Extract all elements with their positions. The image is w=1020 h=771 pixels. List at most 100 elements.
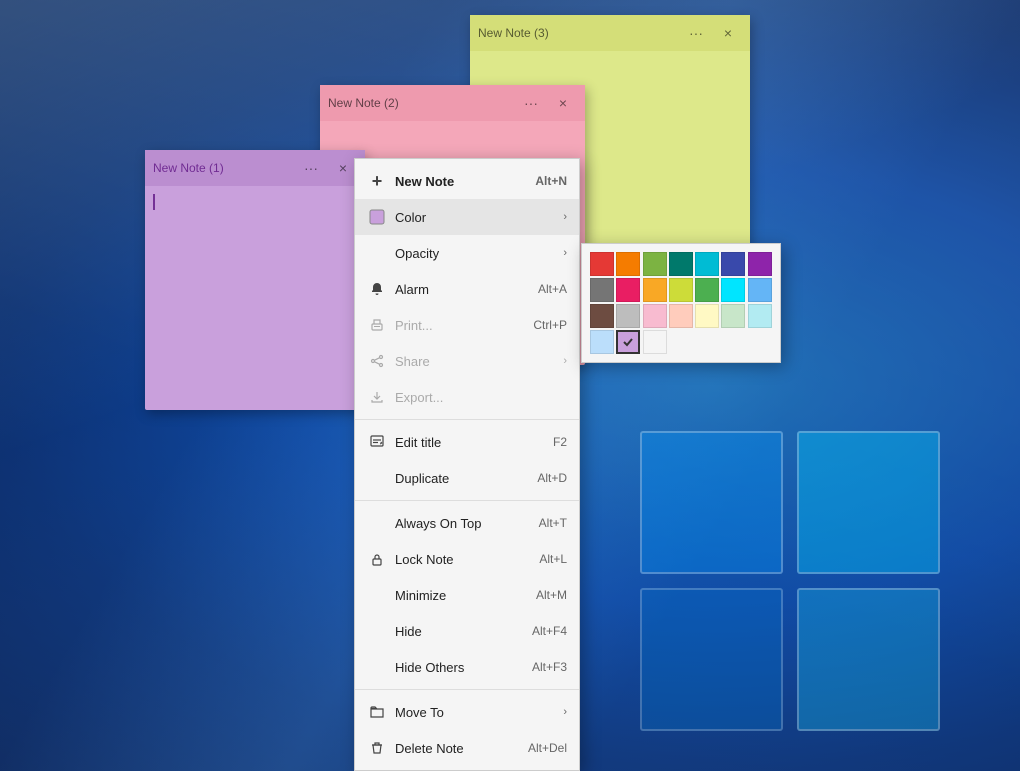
dots-icon: ···: [304, 160, 318, 176]
color-swatch-orange[interactable]: [616, 252, 640, 276]
hide-label: Hide: [395, 624, 524, 639]
export-icon: [367, 387, 387, 407]
separator-3: [355, 689, 579, 690]
menu-item-minimize[interactable]: Minimize Alt+M: [355, 577, 579, 613]
minimize-shortcut: Alt+M: [536, 588, 567, 602]
trash-icon: [367, 738, 387, 758]
alarm-shortcut: Alt+A: [538, 282, 567, 296]
menu-item-duplicate[interactable]: Duplicate Alt+D: [355, 460, 579, 496]
hide-icon: [367, 621, 387, 641]
always-on-top-label: Always On Top: [395, 516, 531, 531]
menu-item-share[interactable]: Share ›: [355, 343, 579, 379]
dots-icon: ···: [689, 25, 703, 41]
note-1-close-button[interactable]: ×: [329, 154, 357, 182]
opacity-arrow-icon: ›: [563, 247, 567, 259]
menu-item-hide-others[interactable]: Hide Others Alt+F3: [355, 649, 579, 685]
menu-item-export[interactable]: Export...: [355, 379, 579, 415]
color-swatch-light-cyan[interactable]: [721, 278, 745, 302]
note-3-menu-button[interactable]: ···: [682, 19, 710, 47]
color-swatch-very-light-blue[interactable]: [590, 330, 614, 354]
menu-item-print[interactable]: Print... Ctrl+P: [355, 307, 579, 343]
lock-icon: [367, 549, 387, 569]
color-swatch-gray[interactable]: [590, 278, 614, 302]
note-2-menu-button[interactable]: ···: [517, 89, 545, 117]
color-swatch-very-light-orange[interactable]: [669, 304, 693, 328]
context-menu: + New Note Alt+N Color ›: [354, 158, 580, 771]
menu-item-edit-title[interactable]: Edit title F2: [355, 424, 579, 460]
always-on-top-shortcut: Alt+T: [539, 516, 567, 530]
delete-note-label: Delete Note: [395, 741, 520, 756]
color-swatch-very-light-pink[interactable]: [643, 304, 667, 328]
color-swatch-very-light-cyan[interactable]: [748, 304, 772, 328]
color-swatch-teal[interactable]: [669, 252, 693, 276]
color-swatch-red[interactable]: [590, 252, 614, 276]
lock-note-label: Lock Note: [395, 552, 531, 567]
color-submenu: [581, 243, 781, 363]
duplicate-label: Duplicate: [395, 471, 529, 486]
move-to-label: Move To: [395, 705, 563, 720]
color-swatch-very-light-green[interactable]: [721, 304, 745, 328]
note-1-title: New Note (1): [153, 161, 224, 175]
menu-item-lock-note[interactable]: Lock Note Alt+L: [355, 541, 579, 577]
menu-item-hide[interactable]: Hide Alt+F4: [355, 613, 579, 649]
menu-item-always-on-top[interactable]: Always On Top Alt+T: [355, 505, 579, 541]
close-icon: ×: [724, 25, 732, 41]
new-note-shortcut: Alt+N: [535, 174, 567, 188]
color-swatch-lime[interactable]: [669, 278, 693, 302]
close-icon: ×: [339, 160, 347, 176]
note-1-controls: ··· ×: [297, 154, 357, 182]
dots-icon: ···: [524, 95, 538, 111]
color-swatch-light-blue[interactable]: [748, 278, 772, 302]
alarm-label: Alarm: [395, 282, 530, 297]
menu-item-opacity[interactable]: Opacity ›: [355, 235, 579, 271]
separator-2: [355, 500, 579, 501]
color-swatch-light-gray[interactable]: [616, 304, 640, 328]
note-2-close-button[interactable]: ×: [549, 89, 577, 117]
windows-logo: [640, 431, 940, 731]
menu-item-new-note[interactable]: + New Note Alt+N: [355, 163, 579, 199]
color-swatch-green[interactable]: [643, 252, 667, 276]
note-1-body[interactable]: [145, 186, 365, 410]
print-shortcut: Ctrl+P: [533, 318, 567, 332]
color-swatch-indigo[interactable]: [721, 252, 745, 276]
menu-item-color[interactable]: Color ›: [355, 199, 579, 235]
color-swatch-brown[interactable]: [590, 304, 614, 328]
hide-others-shortcut: Alt+F3: [532, 660, 567, 674]
minimize-icon: [367, 585, 387, 605]
color-swatch-amber[interactable]: [643, 278, 667, 302]
lock-note-shortcut: Alt+L: [539, 552, 567, 566]
color-swatch-white[interactable]: [643, 330, 667, 354]
color-swatch-light-green[interactable]: [695, 278, 719, 302]
move-to-arrow-icon: ›: [563, 706, 567, 718]
color-swatch-pink[interactable]: [616, 278, 640, 302]
note-1-menu-button[interactable]: ···: [297, 154, 325, 182]
edit-title-icon: [367, 432, 387, 452]
minimize-label: Minimize: [395, 588, 528, 603]
edit-title-label: Edit title: [395, 435, 545, 450]
note-2-title: New Note (2): [328, 96, 399, 110]
hide-shortcut: Alt+F4: [532, 624, 567, 638]
note-3-header: New Note (3) ··· ×: [470, 15, 750, 51]
menu-item-delete-note[interactable]: Delete Note Alt+Del: [355, 730, 579, 766]
color-swatch-cyan[interactable]: [695, 252, 719, 276]
always-on-top-icon: [367, 513, 387, 533]
print-icon: [367, 315, 387, 335]
note-2-controls: ··· ×: [517, 89, 577, 117]
sticky-note-1: New Note (1) ··· ×: [145, 150, 365, 410]
close-icon: ×: [559, 95, 567, 111]
note-3-controls: ··· ×: [682, 19, 742, 47]
menu-item-alarm[interactable]: Alarm Alt+A: [355, 271, 579, 307]
color-swatch-selected-purple[interactable]: [616, 330, 640, 354]
menu-item-move-to[interactable]: Move To ›: [355, 694, 579, 730]
share-label: Share: [395, 354, 563, 369]
share-icon: [367, 351, 387, 371]
duplicate-shortcut: Alt+D: [537, 471, 567, 485]
note-3-close-button[interactable]: ×: [714, 19, 742, 47]
color-label: Color: [395, 210, 563, 225]
color-swatch-purple[interactable]: [748, 252, 772, 276]
bell-icon: [367, 279, 387, 299]
share-arrow-icon: ›: [563, 355, 567, 367]
color-swatch-very-light-yellow[interactable]: [695, 304, 719, 328]
print-label: Print...: [395, 318, 525, 333]
color-icon: [367, 207, 387, 227]
